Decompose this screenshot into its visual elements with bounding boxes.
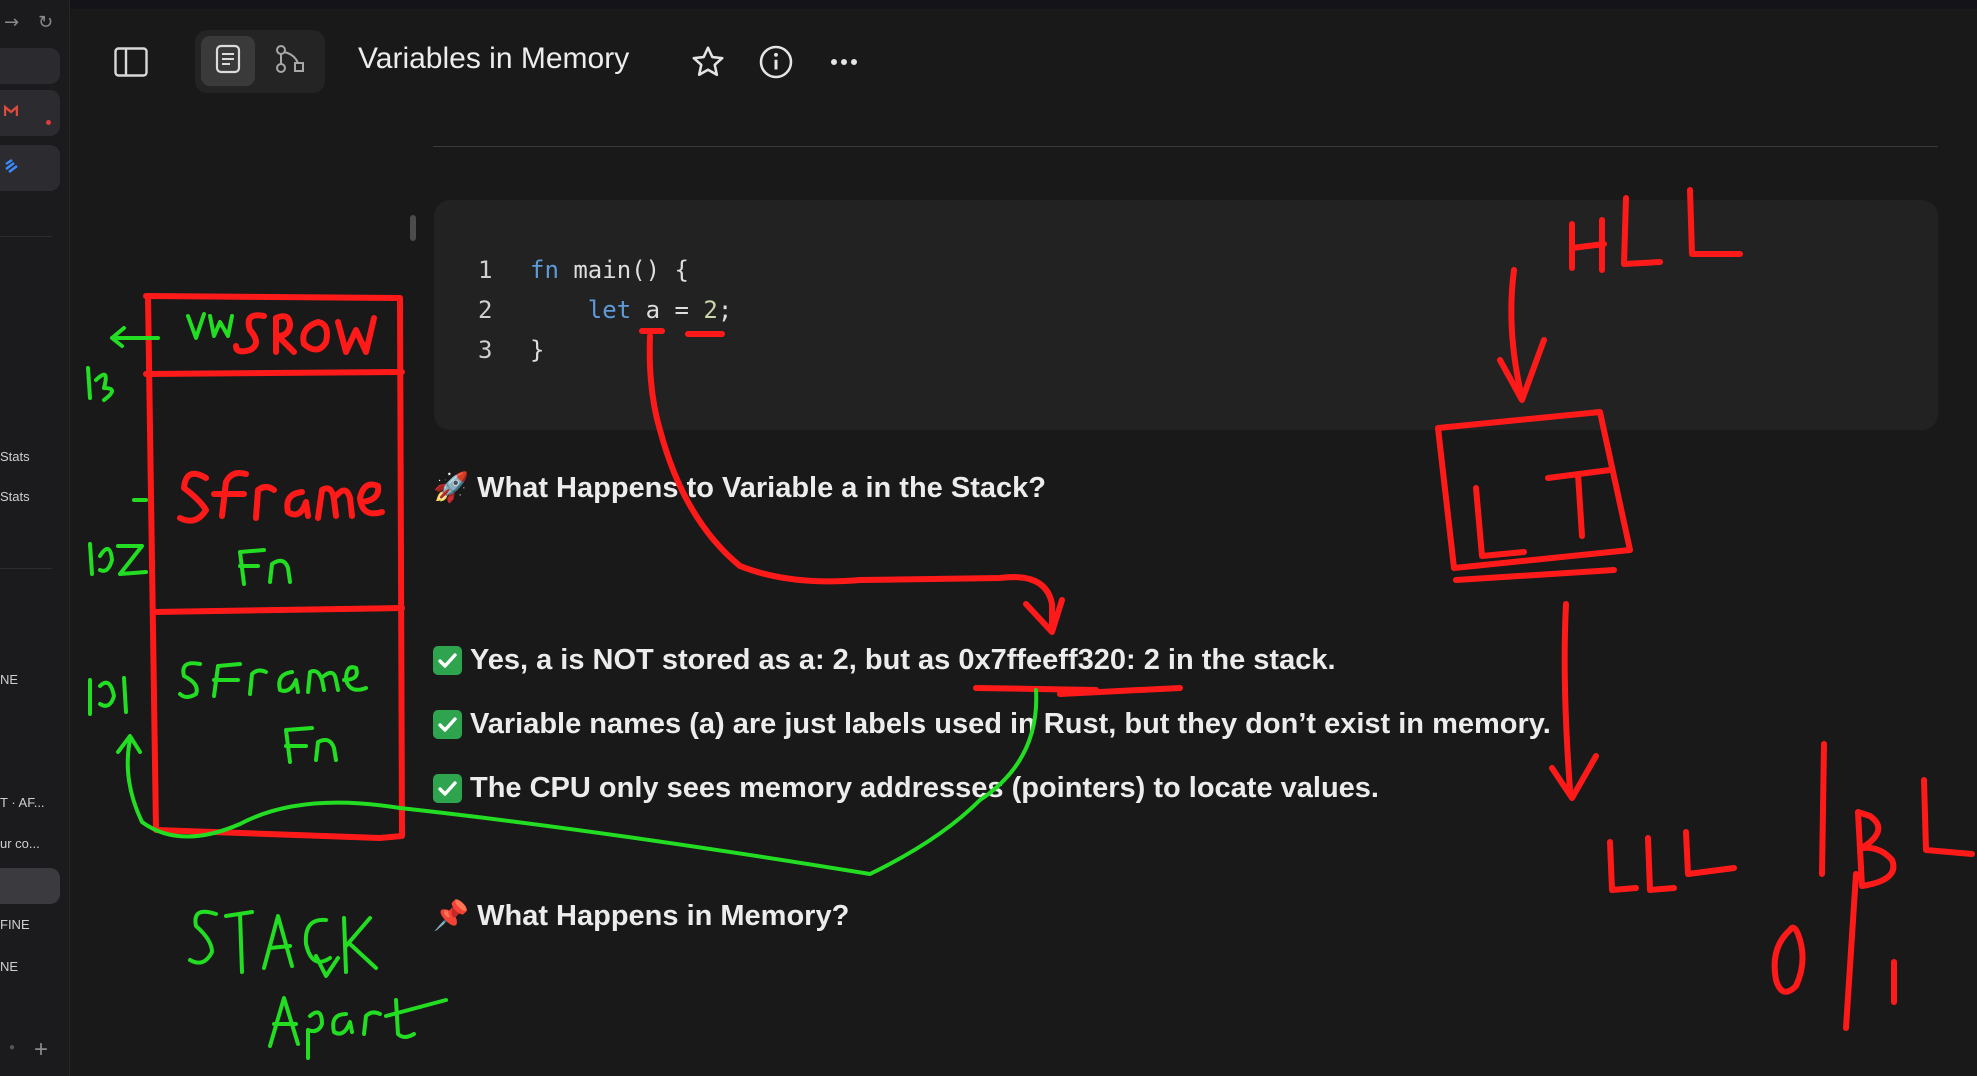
code-text: let a = 2; (530, 296, 733, 324)
checkmark-icon (433, 646, 462, 675)
document-view-button[interactable] (201, 36, 255, 86)
code-token: main() { (558, 256, 689, 284)
page-title: Variables in Memory (358, 42, 630, 75)
more-options-icon[interactable] (826, 44, 862, 80)
view-mode-toggle (195, 30, 325, 93)
code-text: } (530, 336, 544, 364)
heading-text: What Happens to Variable a in the Stack? (477, 472, 1046, 504)
annot-102 (88, 542, 148, 576)
annot-lt (1473, 485, 1527, 559)
sidebar-item[interactable]: FINE (0, 917, 30, 932)
gmail-icon (3, 104, 19, 120)
sidebar-search-pill[interactable] (0, 48, 60, 84)
lt-box (1435, 409, 1633, 571)
sidebar-bottom-bar: ● + (0, 1036, 69, 1064)
annot-0-1 (1771, 924, 1806, 995)
annot-lll (1607, 839, 1639, 893)
code-text: fn main() { (530, 256, 689, 284)
line-number: 1 (478, 256, 493, 284)
status-dot-icon: ● (9, 1042, 16, 1053)
code-token: a = (631, 296, 704, 324)
sidebar-item[interactable]: NE (0, 959, 18, 974)
heading-text: What Happens in Memory? (477, 900, 850, 932)
checkmark-icon (433, 710, 462, 739)
annot-srow (233, 312, 267, 355)
plus-icon[interactable]: + (34, 1036, 48, 1064)
scrollbar-thumb[interactable] (410, 215, 416, 241)
annot-stack (188, 909, 218, 965)
underline-address (973, 685, 1183, 697)
check-item: Yes, a is NOT stored as a: 2, but as 0x7… (433, 644, 1336, 677)
arrow-head (1023, 597, 1065, 635)
browser-sidebar: → ↻ Stats Stats NE T · AF... ur co... FI… (0, 0, 70, 1076)
graph-icon (274, 44, 306, 79)
sidebar-tab-app[interactable] (0, 145, 60, 191)
info-icon[interactable] (756, 42, 796, 82)
sidebar-item[interactable]: ur co... (0, 836, 40, 851)
annot-apart (268, 996, 300, 1048)
annot-fn-2 (284, 726, 338, 764)
annot-sframe (177, 470, 209, 524)
sidebar-item[interactable]: Stats (0, 489, 30, 504)
code-token: 2 (703, 296, 718, 324)
checkmark-icon (433, 774, 462, 803)
code-token: ; (717, 296, 733, 324)
sidebar-nav: → ↻ (0, 12, 69, 36)
sidebar-separator (0, 236, 52, 237)
sidebar-item-active[interactable] (0, 868, 60, 904)
sidebar-item[interactable]: T · AF... (0, 795, 45, 810)
sidebar-item[interactable]: Stats (0, 449, 30, 464)
heading-variable-stack: 🚀 What Happens to Variable a in the Stack… (433, 470, 1046, 505)
stack-row-divider (143, 369, 405, 377)
check-item-text: The CPU only sees memory addresses (poin… (470, 772, 1379, 804)
check-item-text: Variable names (a) are just labels used … (470, 708, 1551, 740)
arrow-right-icon[interactable]: → (4, 12, 19, 33)
annotation-overlay (86, 187, 1975, 1060)
refresh-icon[interactable]: ↻ (38, 12, 53, 33)
window-top-strip (0, 0, 1977, 9)
annot-bar (1819, 741, 1827, 877)
stack-frame-divider (151, 605, 405, 615)
check-item: Variable names (a) are just labels used … (433, 708, 1551, 741)
code-block[interactable]: 1 fn main() { 2 let a = 2; 3} (434, 200, 1938, 430)
sidebar-separator (0, 568, 52, 569)
annot-101 (88, 676, 128, 716)
annot-103 (86, 366, 114, 402)
graph-view-button[interactable] (263, 36, 317, 86)
code-token: fn (530, 256, 559, 284)
check-item: The CPU only sees memory addresses (poin… (433, 772, 1379, 805)
code-token: let (530, 296, 632, 324)
sidebar-item[interactable]: NE (0, 672, 18, 687)
annot-arrow-103 (110, 326, 160, 348)
unread-dot (46, 120, 51, 125)
document-icon (215, 44, 241, 79)
line-number: 3 (478, 336, 493, 364)
annot-bl (1855, 809, 1897, 889)
app-icon (4, 159, 20, 176)
annot-vars (186, 312, 234, 340)
heading-memory: 📌 What Happens in Memory? (433, 898, 849, 933)
rocket-icon: 🚀 (433, 470, 470, 504)
line-number: 2 (478, 296, 493, 324)
check-item-text: Yes, a is NOT stored as a: 2, but as 0x7… (470, 644, 1336, 676)
pushpin-icon: 📌 (433, 898, 470, 932)
code-token: } (530, 336, 545, 364)
star-icon[interactable] (688, 42, 728, 82)
stack-box-outline (143, 293, 405, 841)
annot-fn-1 (238, 548, 292, 586)
sidebar-toggle-icon[interactable] (110, 44, 152, 80)
sidebar-tab-gmail[interactable] (0, 90, 60, 136)
content-divider (433, 146, 1938, 147)
annot-sfram (178, 661, 202, 699)
